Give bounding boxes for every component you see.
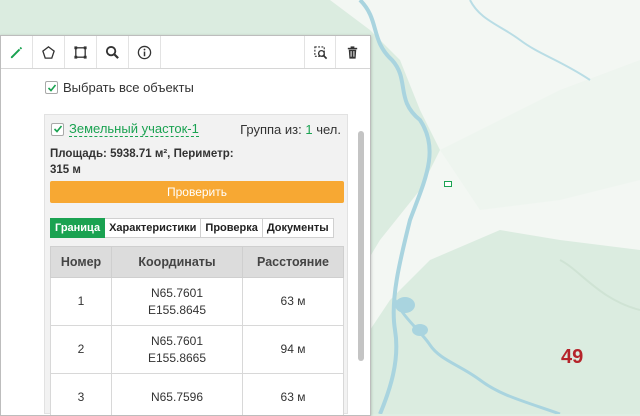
- coord-lat: N65.7601: [113, 285, 241, 302]
- area-line-2: 315 м: [50, 162, 290, 178]
- table-row: 2 N65.7601E155.8665 94 м: [51, 326, 344, 374]
- area-line-1: Площадь: 5938.71 м², Периметр:: [50, 146, 290, 162]
- check-button[interactable]: Проверить: [50, 181, 344, 203]
- parcel-card-header: Земельный участок-1 Группа из: 1 чел.: [51, 121, 341, 137]
- search-icon: [105, 45, 120, 60]
- info-button[interactable]: [129, 36, 161, 68]
- table-row: 1 N65.7601E155.8645 63 м: [51, 278, 344, 326]
- coord-lat: N65.7601: [113, 333, 241, 350]
- cell-distance: 63 м: [243, 374, 344, 416]
- region-label: 49: [561, 346, 583, 369]
- select-all-label: Выбрать все объекты: [63, 80, 194, 95]
- panel-scrollbar[interactable]: [358, 131, 364, 361]
- select-all-checkbox[interactable]: [45, 81, 58, 94]
- parcel-checkbox[interactable]: [51, 123, 64, 136]
- zoom-area-button[interactable]: [304, 36, 336, 68]
- table-header-row: Номер Координаты Расстояние: [51, 247, 344, 278]
- polygon-button[interactable]: [33, 36, 65, 68]
- cell-number: 1: [51, 278, 112, 326]
- cell-distance: 63 м: [243, 278, 344, 326]
- checkmark-icon: [47, 83, 57, 93]
- group-count[interactable]: 1: [305, 122, 312, 137]
- polygon-icon: [41, 45, 56, 60]
- cell-distance: 94 м: [243, 326, 344, 374]
- tab-bar: Граница Характеристики Проверка Документ…: [50, 218, 334, 238]
- pencil-icon: [9, 45, 24, 60]
- cell-coordinates: N65.7596: [112, 374, 243, 416]
- cell-number: 2: [51, 326, 112, 374]
- trash-icon: [345, 45, 360, 60]
- column-header-number: Номер: [51, 247, 112, 278]
- coordinates-table: Номер Координаты Расстояние 1 N65.7601E1…: [50, 246, 344, 416]
- cell-coordinates: N65.7601E155.8645: [112, 278, 243, 326]
- parcel-panel: Выбрать все объекты Земельный участок-1 …: [0, 35, 371, 416]
- area-perimeter-text: Площадь: 5938.71 м², Периметр: 315 м: [50, 146, 290, 178]
- parcel-marker[interactable]: [444, 181, 452, 187]
- table-row: 3 N65.7596 63 м: [51, 374, 344, 416]
- toolbar: [1, 36, 370, 69]
- zoom-area-icon: [313, 45, 328, 60]
- tab-boundary[interactable]: Граница: [50, 218, 105, 238]
- search-button[interactable]: [97, 36, 129, 68]
- tab-documents[interactable]: Документы: [263, 218, 334, 238]
- square-icon: [73, 45, 88, 60]
- column-header-coordinates: Координаты: [112, 247, 243, 278]
- group-prefix: Группа из:: [240, 122, 302, 137]
- tab-characteristics[interactable]: Характеристики: [105, 218, 201, 238]
- cell-number: 3: [51, 374, 112, 416]
- coord-lon: E155.8645: [113, 302, 241, 319]
- coord-lat: N65.7596: [113, 389, 241, 406]
- checkmark-icon: [53, 124, 63, 134]
- delete-button[interactable]: [336, 36, 368, 68]
- info-icon: [137, 45, 152, 60]
- column-header-distance: Расстояние: [243, 247, 344, 278]
- cell-coordinates: N65.7601E155.8665: [112, 326, 243, 374]
- draw-button[interactable]: [1, 36, 33, 68]
- rectangle-button[interactable]: [65, 36, 97, 68]
- group-info: Группа из: 1 чел.: [240, 122, 341, 137]
- coord-lon: E155.8665: [113, 350, 241, 367]
- group-suffix: чел.: [316, 122, 341, 137]
- parcel-card: Земельный участок-1 Группа из: 1 чел. Пл…: [44, 114, 348, 414]
- tab-check[interactable]: Проверка: [201, 218, 262, 238]
- select-all-row[interactable]: Выбрать все объекты: [45, 80, 194, 95]
- parcel-name-link[interactable]: Земельный участок-1: [69, 122, 199, 137]
